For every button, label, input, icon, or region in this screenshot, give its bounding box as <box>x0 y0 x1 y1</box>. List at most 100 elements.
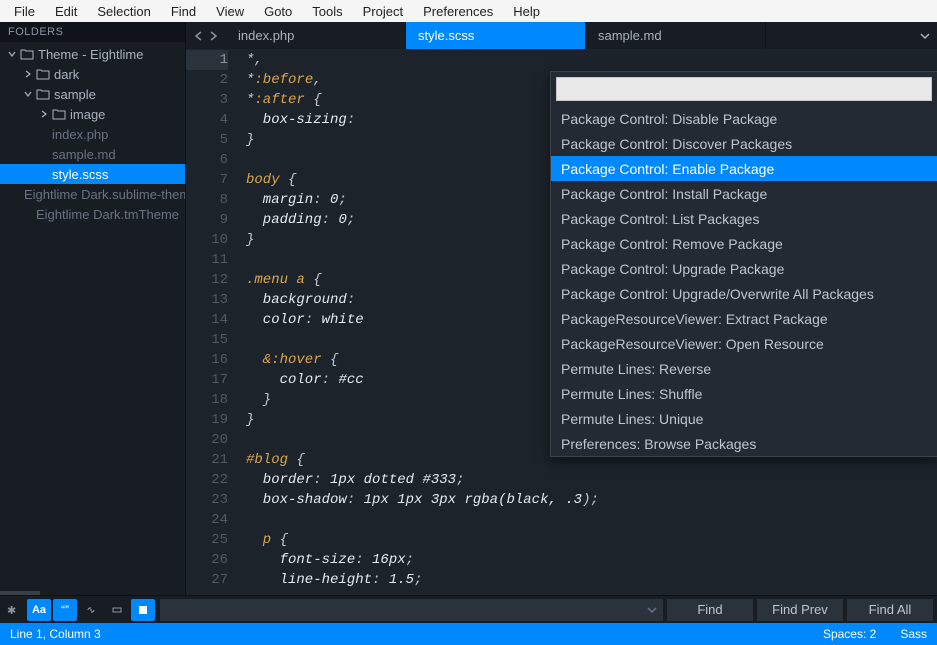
disclosure-arrow-icon[interactable] <box>6 48 18 60</box>
command-palette-item[interactable]: Permute Lines: Reverse <box>551 356 937 381</box>
menu-view[interactable]: View <box>206 2 254 21</box>
tree-item-label: dark <box>54 67 79 82</box>
file-row[interactable]: index.php <box>0 124 185 144</box>
line-number[interactable]: 1 <box>186 50 228 70</box>
line-number[interactable]: 16 <box>186 350 228 370</box>
command-palette-item[interactable]: Preferences: Browse Packages <box>551 431 937 456</box>
tab-next-icon[interactable] <box>208 31 218 41</box>
menu-help[interactable]: Help <box>503 2 550 21</box>
line-number[interactable]: 7 <box>186 170 228 190</box>
chevron-down-icon <box>647 605 657 615</box>
tab-sample-md[interactable]: sample.md <box>586 22 766 49</box>
line-number[interactable]: 13 <box>186 290 228 310</box>
menu-file[interactable]: File <box>4 2 45 21</box>
folder-icon <box>36 67 50 81</box>
command-palette-item[interactable]: PackageResourceViewer: Open Resource <box>551 331 937 356</box>
command-palette-item[interactable]: Package Control: Discover Packages <box>551 131 937 156</box>
command-palette-input[interactable] <box>556 77 932 101</box>
menu-project[interactable]: Project <box>353 2 413 21</box>
command-palette-item[interactable]: Package Control: Remove Package <box>551 231 937 256</box>
tree-item-label: sample <box>54 87 96 102</box>
tab-prev-icon[interactable] <box>194 31 204 41</box>
syntax-indicator[interactable]: Sass <box>900 627 927 641</box>
disclosure-arrow-icon[interactable] <box>22 88 34 100</box>
line-number[interactable]: 14 <box>186 310 228 330</box>
menu-goto[interactable]: Goto <box>254 2 302 21</box>
disclosure-arrow-icon[interactable] <box>22 68 34 80</box>
line-number[interactable]: 25 <box>186 530 228 550</box>
command-palette-item[interactable]: Permute Lines: Shuffle <box>551 381 937 406</box>
line-number[interactable]: 5 <box>186 130 228 150</box>
line-number[interactable]: 9 <box>186 210 228 230</box>
indentation-indicator[interactable]: Spaces: 2 <box>823 627 876 641</box>
file-row[interactable]: sample.md <box>0 144 185 164</box>
line-number[interactable]: 20 <box>186 430 228 450</box>
menu-selection[interactable]: Selection <box>87 2 160 21</box>
command-palette-item[interactable]: Package Control: Upgrade Package <box>551 256 937 281</box>
line-number[interactable]: 8 <box>186 190 228 210</box>
menu-edit[interactable]: Edit <box>45 2 87 21</box>
cursor-position[interactable]: Line 1, Column 3 <box>10 627 101 641</box>
command-palette-item[interactable]: PackageResourceViewer: Extract Package <box>551 306 937 331</box>
statusbar: Line 1, Column 3 Spaces: 2 Sass <box>0 623 937 645</box>
line-number[interactable]: 4 <box>186 110 228 130</box>
line-number[interactable]: 21 <box>186 450 228 470</box>
find-history-dropdown[interactable] <box>647 603 657 618</box>
command-palette-item[interactable]: Package Control: Install Package <box>551 181 937 206</box>
code-line: *, <box>246 50 925 70</box>
line-number[interactable]: 27 <box>186 570 228 590</box>
find-input[interactable] <box>160 599 663 621</box>
line-number[interactable]: 17 <box>186 370 228 390</box>
line-number[interactable]: 11 <box>186 250 228 270</box>
highlight-toggle[interactable] <box>131 599 155 621</box>
regex-icon: ✱ <box>7 604 19 616</box>
folder-icon <box>52 107 66 121</box>
line-number[interactable]: 22 <box>186 470 228 490</box>
find-all-button[interactable]: Find All <box>847 599 933 621</box>
code-line: font-size: 16px; <box>246 550 925 570</box>
whole-word-toggle[interactable]: “” <box>53 599 77 621</box>
find-prev-button[interactable]: Find Prev <box>757 599 843 621</box>
tree-item-label: style.scss <box>52 167 108 182</box>
menu-tools[interactable]: Tools <box>302 2 352 21</box>
tab-index-php[interactable]: index.php <box>226 22 406 49</box>
folder-row[interactable]: image <box>0 104 185 124</box>
line-number[interactable]: 2 <box>186 70 228 90</box>
regex-toggle[interactable]: ✱ <box>1 599 25 621</box>
in-selection-toggle[interactable] <box>105 599 129 621</box>
command-palette-item[interactable]: Package Control: List Packages <box>551 206 937 231</box>
line-number[interactable]: 18 <box>186 390 228 410</box>
command-palette-item[interactable]: Package Control: Upgrade/Overwrite All P… <box>551 281 937 306</box>
file-row[interactable]: Eightlime Dark.tmTheme <box>0 204 185 224</box>
folder-row[interactable]: dark <box>0 64 185 84</box>
line-number[interactable]: 6 <box>186 150 228 170</box>
line-number[interactable]: 10 <box>186 230 228 250</box>
find-options: ✱ Aa “” <box>0 599 156 621</box>
disclosure-arrow-icon[interactable] <box>38 108 50 120</box>
command-palette-item[interactable]: Package Control: Disable Package <box>551 106 937 131</box>
menubar: FileEditSelectionFindViewGotoToolsProjec… <box>0 0 937 22</box>
folder-row[interactable]: Theme - Eightlime <box>0 44 185 64</box>
tree-item-label: sample.md <box>52 147 116 162</box>
menu-find[interactable]: Find <box>161 2 206 21</box>
line-number[interactable]: 23 <box>186 490 228 510</box>
tab-style-scss[interactable]: style.scss <box>406 22 586 49</box>
line-number[interactable]: 12 <box>186 270 228 290</box>
command-palette-item[interactable]: Package Control: Enable Package <box>551 156 937 181</box>
file-row[interactable]: Eightlime Dark.sublime-theme <box>0 184 185 204</box>
tab-overflow-button[interactable] <box>913 22 937 49</box>
file-row[interactable]: style.scss <box>0 164 185 184</box>
wrap-toggle[interactable] <box>79 599 103 621</box>
line-number[interactable]: 15 <box>186 330 228 350</box>
folder-row[interactable]: sample <box>0 84 185 104</box>
menu-preferences[interactable]: Preferences <box>413 2 503 21</box>
line-number[interactable]: 24 <box>186 510 228 530</box>
tree-item-label: Theme - Eightlime <box>38 47 143 62</box>
command-palette-item[interactable]: Permute Lines: Unique <box>551 406 937 431</box>
line-number[interactable]: 19 <box>186 410 228 430</box>
line-number[interactable]: 26 <box>186 550 228 570</box>
find-button[interactable]: Find <box>667 599 753 621</box>
main-area: FOLDERS Theme - Eightlimedarksampleimage… <box>0 22 937 595</box>
case-sensitive-toggle[interactable]: Aa <box>27 599 51 621</box>
line-number[interactable]: 3 <box>186 90 228 110</box>
